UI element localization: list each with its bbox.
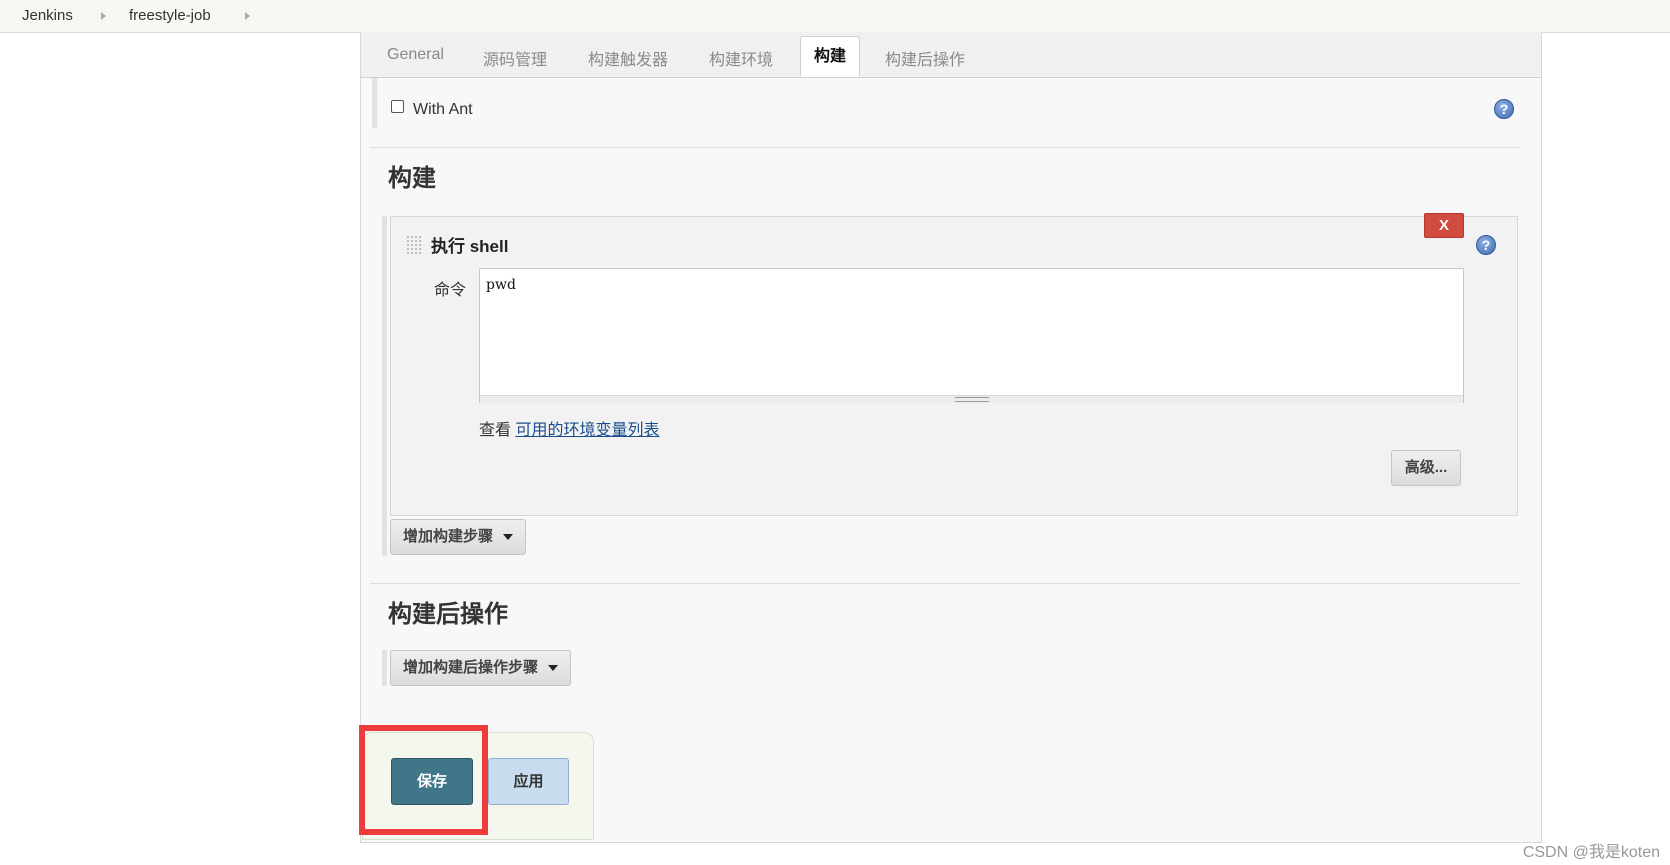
- command-textarea[interactable]: pwd: [479, 268, 1464, 403]
- breadcrumb-item-jenkins[interactable]: Jenkins: [22, 7, 73, 24]
- build-rail: [382, 216, 387, 556]
- caret-down-icon: [548, 665, 558, 672]
- section-divider: [370, 583, 1520, 584]
- textarea-resize-handle[interactable]: [480, 395, 1463, 403]
- tab-build[interactable]: 构建: [800, 36, 861, 77]
- post-build-rail: [382, 650, 387, 686]
- highlight-annotation: [359, 725, 488, 835]
- tab-build-triggers[interactable]: 构建触发器: [588, 46, 668, 70]
- env-vars-line: 查看 可用的环境变量列表: [479, 416, 659, 440]
- tab-build-environment[interactable]: 构建环境: [709, 46, 773, 70]
- env-vars-prefix: 查看: [479, 422, 512, 439]
- tab-bar: General 源码管理 构建触发器 构建环境 构建 构建后操作: [361, 32, 1541, 78]
- tab-general[interactable]: General: [387, 46, 444, 64]
- section-rail: [372, 78, 377, 128]
- watermark: CSDN @我是koten: [1522, 844, 1660, 861]
- add-post-build-step-button[interactable]: 增加构建后操作步骤: [390, 650, 571, 686]
- add-build-step-button[interactable]: 增加构建步骤: [390, 519, 526, 555]
- apply-button[interactable]: 应用: [488, 758, 569, 805]
- add-post-build-step-label: 增加构建后操作步骤: [402, 659, 538, 676]
- with-ant-label: With Ant: [413, 101, 473, 118]
- breadcrumb: Jenkins freestyle-job: [0, 0, 1670, 33]
- grip-lines-icon: [955, 397, 989, 402]
- delete-step-button[interactable]: X: [1424, 213, 1464, 238]
- post-build-section-title: 构建后操作: [388, 601, 508, 628]
- advanced-button[interactable]: 高级...: [1391, 450, 1461, 486]
- breadcrumb-item-job[interactable]: freestyle-job: [129, 7, 211, 24]
- command-label: 命令: [434, 282, 467, 299]
- build-step-title: 执行 shell: [431, 237, 509, 256]
- tab-source-code[interactable]: 源码管理: [483, 46, 547, 70]
- build-section-title: 构建: [388, 165, 436, 192]
- caret-down-icon: [503, 534, 513, 541]
- section-divider: [370, 147, 1520, 148]
- env-vars-link[interactable]: 可用的环境变量列表: [515, 422, 659, 439]
- drag-handle-icon[interactable]: [406, 235, 422, 255]
- help-icon[interactable]: ?: [1476, 235, 1496, 255]
- tab-post-build[interactable]: 构建后操作: [885, 46, 965, 70]
- help-icon[interactable]: ?: [1494, 99, 1514, 119]
- with-ant-checkbox[interactable]: [391, 100, 404, 113]
- chevron-right-icon[interactable]: [245, 12, 250, 20]
- chevron-right-icon[interactable]: [101, 12, 106, 20]
- add-build-step-label: 增加构建步骤: [402, 528, 493, 545]
